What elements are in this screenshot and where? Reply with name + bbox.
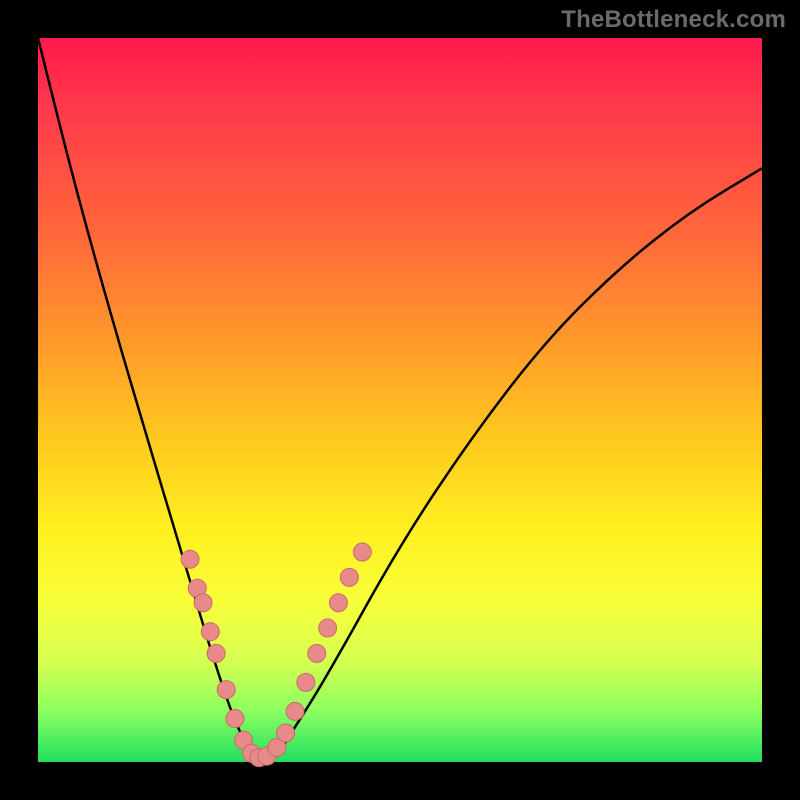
curve-dot [277,724,295,742]
bottleneck-curve [38,38,762,760]
watermark-text: TheBottleneck.com [561,6,786,34]
curve-dot [201,623,219,641]
curve-dot [217,681,235,699]
curve-dots-group [181,543,371,767]
curve-dot [308,644,326,662]
curve-dot [319,619,337,637]
curve-dot [181,550,199,568]
chart-svg [38,38,762,762]
chart-frame: TheBottleneck.com [0,0,800,800]
curve-dot [286,702,304,720]
curve-dot [340,568,358,586]
curve-dot [353,543,371,561]
curve-dot [329,594,347,612]
curve-dot [297,673,315,691]
curve-dot [226,710,244,728]
curve-dot [207,644,225,662]
curve-dot [194,594,212,612]
